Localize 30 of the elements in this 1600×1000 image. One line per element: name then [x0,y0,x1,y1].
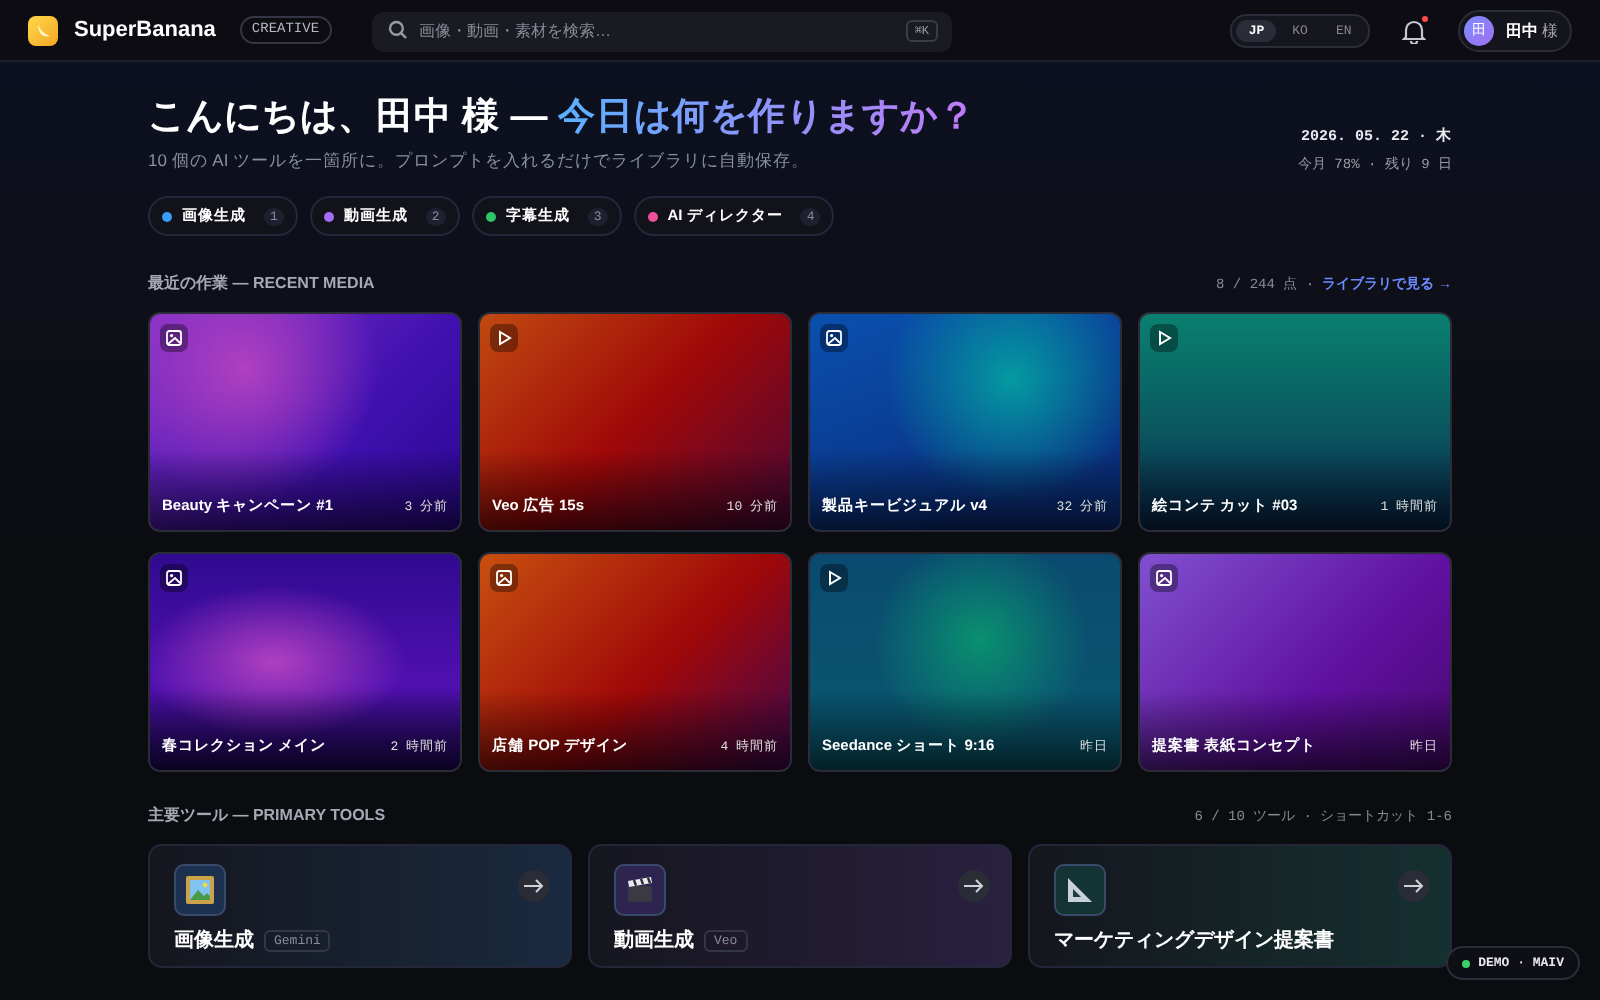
clapperboard-icon [626,876,654,904]
greeting-subtitle: 10 個の AI ツールを一箇所に。プロンプトを入れるだけでライブラリに自動保存。 [148,150,812,174]
triangle-ruler-icon [1066,876,1094,904]
play-icon [496,330,512,346]
arrow-icon [964,878,984,894]
user-name: 田中 様 [1505,19,1558,41]
play-icon [826,570,842,586]
picture-frame-icon [186,876,214,904]
section-title: 最近の作業 — RECENT MEDIA [148,272,377,294]
tool-title: マーケティングデザイン提案書 [1054,926,1334,954]
arrow-icon [1404,878,1424,894]
brand-name: SuperBanana [74,18,216,42]
tool-card[interactable]: マーケティングデザイン提案書 [1028,844,1452,968]
search-icon [387,20,408,40]
open-button[interactable] [518,870,550,902]
greeting-heading: こんにちは、田中 様 — 今日は何を作りますか？ [148,92,978,140]
image-icon [166,330,182,346]
arrow-icon [524,878,544,894]
open-button[interactable] [1398,870,1430,902]
image-icon [166,570,182,586]
bell-icon[interactable] [1401,17,1426,43]
open-button[interactable] [958,870,990,902]
tool-title: 動画生成 [614,927,694,954]
tool-title: 画像生成 [174,927,254,954]
section-title: 主要ツール — PRIMARY TOOLS [148,804,388,826]
logo-icon [28,15,58,45]
play-icon [1156,330,1172,346]
image-icon [496,570,512,586]
image-icon [1156,570,1172,586]
image-icon [826,330,842,346]
